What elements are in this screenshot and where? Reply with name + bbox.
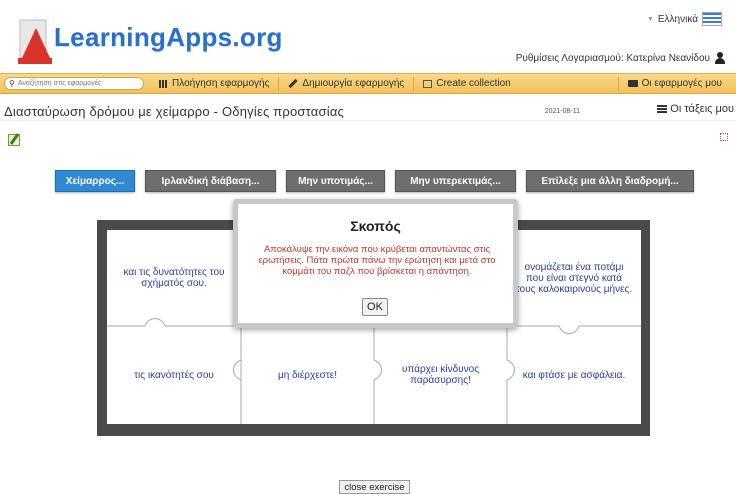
route-label: Ιρλανδική διάβαση... xyxy=(161,175,260,187)
piece-text: μη διέρχεστε! xyxy=(277,369,338,381)
search-input[interactable]: ⚲ Αναζήτηση στις εφαρμογές xyxy=(4,77,144,90)
piece-text: και τις δυνατότητες του σχήματός σου. xyxy=(123,267,225,289)
divider xyxy=(0,120,736,121)
folder-icon xyxy=(627,80,638,87)
nav-create-collection-label: Create collection xyxy=(436,78,511,89)
piece-text: υπάρχει κίνδυνος παράσυρσης! xyxy=(401,364,480,386)
greek-flag-icon xyxy=(702,12,722,26)
route-button-torrent[interactable]: Χείμαρρος... xyxy=(55,170,135,192)
dialog-text: Αποκάλυψε την εικόνα που κρύβεται απαντώ… xyxy=(258,244,496,277)
logo-text[interactable]: LearningApps.org xyxy=(54,22,283,53)
route-label: Μην υποτιμάς... xyxy=(298,175,373,187)
puzzle-piece[interactable]: τις ικανότητές σου xyxy=(107,326,241,424)
dialog-title: Σκοπός xyxy=(350,218,401,234)
app-date: 2021-08-11 xyxy=(544,108,580,115)
search-placeholder: Αναζήτηση στις εφαρμογές xyxy=(17,80,102,87)
route-button-irish-crossing[interactable]: Ιρλανδική διάβαση... xyxy=(145,170,276,192)
route-label: Χείμαρρος... xyxy=(65,175,125,187)
nav-create-app[interactable]: Δημιουργία εφαρμογής xyxy=(279,76,415,91)
nav-my-apps[interactable]: Οι εφαρμογές μου xyxy=(617,76,736,91)
search-icon: ⚲ xyxy=(9,79,15,88)
nav-my-apps-label: Οι εφαρμογές μου xyxy=(641,78,722,89)
main-nav: ⚲ Αναζήτηση στις εφαρμογές Πλοήγηση εφαρ… xyxy=(0,73,736,94)
pencil-icon xyxy=(288,78,298,89)
language-selector[interactable]: ▼ Ελληνικά xyxy=(647,12,722,26)
language-label: Ελληνικά xyxy=(657,13,698,25)
puzzle-piece[interactable]: και τις δυνατότητες του σχήματός σου. xyxy=(107,230,241,326)
route-button-other-route[interactable]: Επίλεξε μια άλλη διαδρομή... xyxy=(526,170,694,192)
piece-text: τις ικανότητές σου xyxy=(134,369,214,381)
list-icon xyxy=(657,105,668,113)
nav-browse[interactable]: Πλοήγηση εφαρμογής xyxy=(150,76,280,91)
ok-button[interactable]: OK xyxy=(362,298,388,316)
route-label: Επίλεξε μια άλλη διαδρομή... xyxy=(541,175,679,187)
my-classes-label: Οι τάξεις μου xyxy=(670,103,734,115)
piece-text: ονομάζεται ένα ποτάμι που είναι στεγνό κ… xyxy=(515,261,633,295)
collection-icon xyxy=(423,79,433,88)
account-settings[interactable]: Ρυθμίσεις Λογαριασμού: Κατερίνα Νεανίδου xyxy=(516,52,726,64)
puzzle-piece[interactable]: μη διέρχεστε! xyxy=(241,326,374,424)
puzzle-piece[interactable]: και φτάσε με ασφάλεια. xyxy=(507,326,641,424)
route-button-dont-overestimate[interactable]: Μην υπερεκτιμάς... xyxy=(395,170,516,192)
fullscreen-icon[interactable] xyxy=(720,133,728,141)
close-exercise-button[interactable]: close exercise xyxy=(339,480,410,494)
nav-create-app-label: Δημιουργία εφαρμογής xyxy=(302,78,405,89)
nav-create-collection[interactable]: Create collection xyxy=(414,77,519,91)
goal-dialog: Σκοπός Αποκάλυψε την εικόνα που κρύβεται… xyxy=(233,199,518,328)
piece-text: και φτάσε με ασφάλεια. xyxy=(522,369,626,381)
puzzle-piece[interactable]: ονομάζεται ένα ποτάμι που είναι στεγνό κ… xyxy=(507,230,641,326)
account-label: Ρυθμίσεις Λογαριασμού: Κατερίνα Νεανίδου xyxy=(515,52,710,64)
puzzle-piece[interactable]: υπάρχει κίνδυνος παράσυρσης! xyxy=(374,326,507,424)
user-icon xyxy=(714,52,726,64)
route-button-dont-underestimate[interactable]: Μην υποτιμάς... xyxy=(286,170,385,192)
page-title: Διασταύρωση δρόμου με χείμαρρο - Οδηγίες… xyxy=(4,104,344,119)
grid-icon xyxy=(159,79,168,88)
my-classes-link[interactable]: Οι τάξεις μου xyxy=(657,103,734,115)
edit-icon[interactable] xyxy=(8,134,20,146)
route-label: Μην υπερεκτιμάς... xyxy=(410,175,501,187)
nav-browse-label: Πλοήγηση εφαρμογής xyxy=(172,78,270,89)
